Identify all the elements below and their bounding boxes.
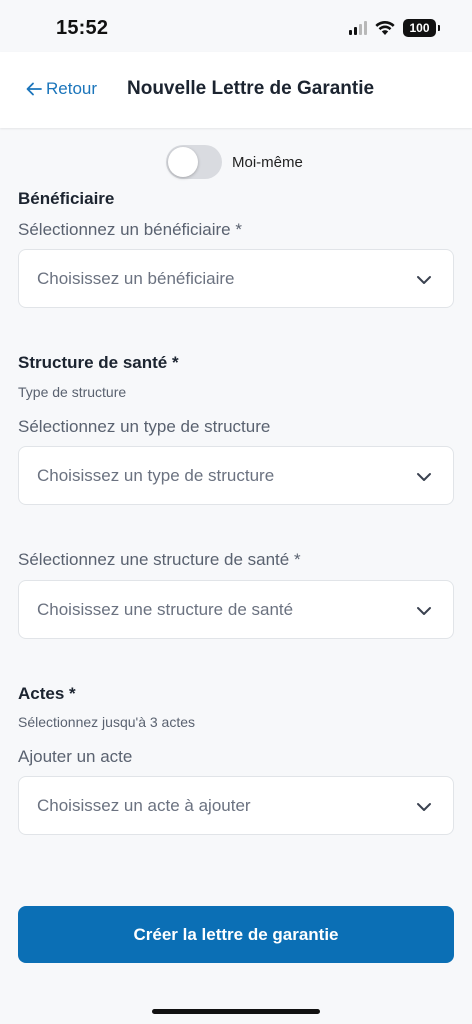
structure-type-placeholder: Choisissez un type de structure (37, 465, 275, 485)
beneficiary-field-label: Sélectionnez un bénéficiaire * (18, 220, 242, 239)
page-title: Nouvelle Lettre de Garantie (127, 78, 375, 99)
toggle-knob (168, 147, 198, 177)
self-toggle[interactable] (166, 145, 222, 179)
status-icons: 100 (349, 18, 440, 38)
battery-level: 100 (409, 21, 430, 35)
beneficiary-section-title: Bénéficiaire (18, 189, 115, 208)
nav-header: Retour Nouvelle Lettre de Garantie (0, 52, 472, 128)
chevron-down-icon (417, 276, 431, 284)
health-structure-helper: Type de structure (18, 384, 127, 400)
acts-helper: Sélectionnez jusqu'à 3 actes (18, 714, 196, 730)
add-act-select[interactable]: Choisissez un acte à ajouter (18, 776, 454, 835)
health-structure-section-title: Structure de santé * (18, 353, 179, 372)
health-structure-placeholder: Choisissez une structure de santé (37, 599, 294, 619)
structure-type-label: Sélectionnez un type de structure (18, 417, 271, 436)
battery-icon: 100 (403, 19, 440, 37)
beneficiary-select[interactable]: Choisissez un bénéficiaire (18, 249, 454, 308)
arrow-left-icon (26, 82, 42, 96)
cellular-signal-icon (349, 21, 367, 35)
back-button[interactable]: Retour (26, 79, 97, 99)
chevron-down-icon (417, 473, 431, 481)
status-bar: 15:52 100 (0, 0, 472, 52)
chevron-down-icon (417, 607, 431, 615)
health-structure-select[interactable]: Choisissez une structure de santé (18, 580, 454, 639)
add-act-label: Ajouter un acte (18, 747, 133, 766)
self-toggle-row: Moi-même (166, 145, 303, 179)
add-act-placeholder: Choisissez un acte à ajouter (37, 795, 251, 815)
self-toggle-label: Moi-même (232, 153, 303, 171)
chevron-down-icon (417, 803, 431, 811)
status-time: 15:52 (56, 17, 109, 39)
create-guarantee-letter-button[interactable]: Créer la lettre de garantie (18, 906, 454, 963)
beneficiary-placeholder: Choisissez un bénéficiaire (37, 268, 235, 288)
structure-type-select[interactable]: Choisissez un type de structure (18, 446, 454, 505)
health-structure-label: Sélectionnez une structure de santé * (18, 550, 301, 569)
home-indicator (152, 1009, 320, 1014)
wifi-icon (375, 20, 395, 35)
acts-section-title: Actes * (18, 684, 76, 703)
back-label: Retour (46, 79, 98, 98)
